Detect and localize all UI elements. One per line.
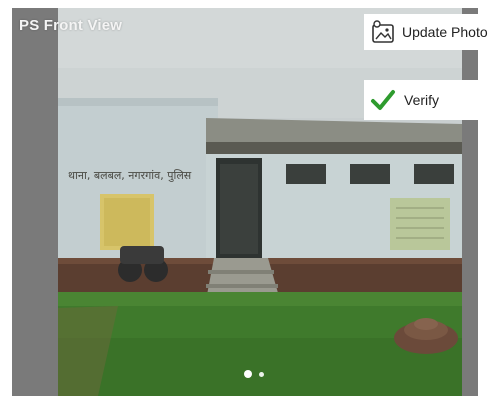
page-title: PS Front View: [19, 17, 123, 34]
verify-label: Verify: [404, 92, 440, 108]
carousel-indicator: [244, 370, 264, 378]
carousel-dot-2[interactable]: [259, 371, 264, 377]
wall-sign-text: थाना, बलबल, नगरगांव, पुलिस: [68, 169, 192, 182]
update-photo-button[interactable]: Update Photo: [364, 14, 488, 50]
photo-edit-icon: [370, 19, 396, 45]
station-front-photo[interactable]: थाना, बलबल, नगरगांव, पुलिस: [58, 8, 462, 396]
verify-button[interactable]: Verify: [364, 80, 488, 120]
carousel-dot-1[interactable]: [244, 370, 252, 378]
photo-viewer: थाना, बलबल, नगरगांव, पुलिस PS Front View…: [0, 0, 490, 405]
checkmark-icon: [370, 87, 396, 113]
update-photo-label: Update Photo: [402, 24, 488, 40]
